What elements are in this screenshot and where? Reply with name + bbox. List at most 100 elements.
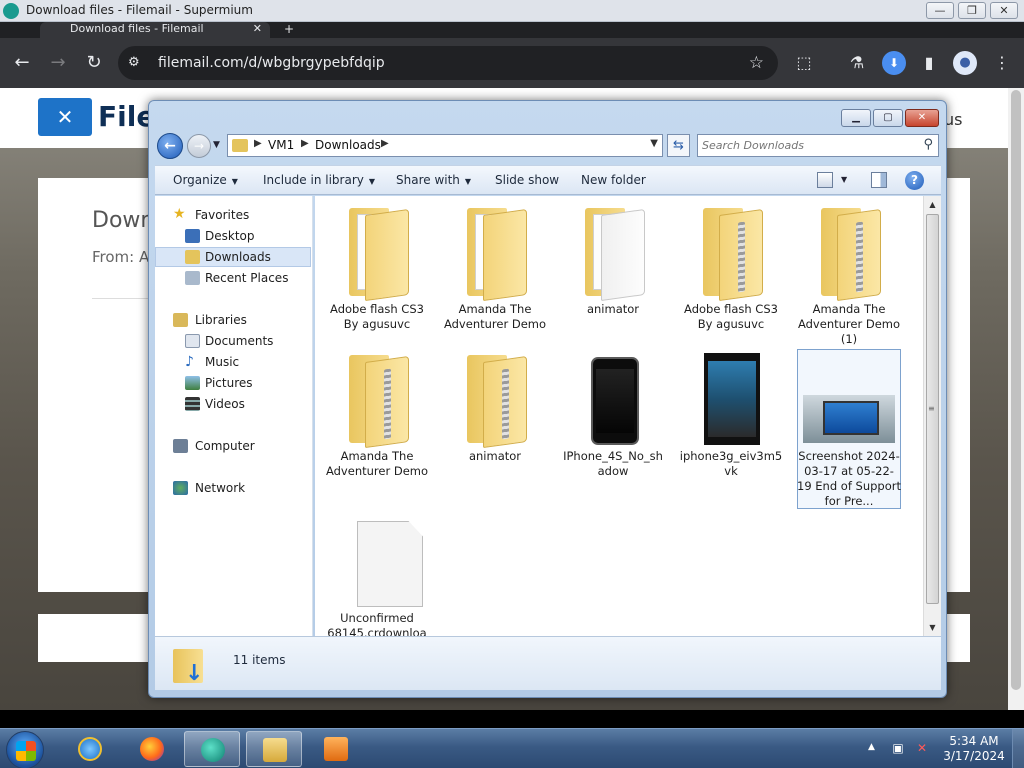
supermium-icon — [3, 3, 19, 19]
tray-overflow-icon[interactable]: ▲ — [868, 742, 875, 752]
maximize-button[interactable]: ❐ — [958, 2, 986, 19]
file-item[interactable]: Adobe flash CS3 By agusuvc — [679, 202, 783, 332]
recent-pages-chevron-icon[interactable]: ▼ — [213, 140, 220, 150]
breadcrumb-separator-icon[interactable]: ▶ — [381, 138, 389, 149]
site-info-icon[interactable]: ⚙ — [128, 55, 144, 71]
view-options-chevron-icon[interactable]: ▼ — [841, 175, 847, 184]
file-item[interactable]: Amanda The Adventurer Demo — [325, 349, 429, 479]
file-item[interactable]: Amanda The Adventurer Demo — [443, 202, 547, 332]
side-panel-icon[interactable]: ▮ — [917, 51, 941, 75]
labs-flask-icon[interactable]: ⚗ — [845, 51, 869, 75]
bookmark-star-icon[interactable]: ☆ — [749, 53, 764, 73]
nav-network[interactable]: Network — [155, 478, 311, 498]
nav-computer[interactable]: Computer — [155, 436, 311, 456]
file-list-scrollbar[interactable]: ▲ ≡ ▼ — [923, 196, 941, 636]
start-button[interactable] — [6, 731, 44, 768]
taskbar-internet-explorer[interactable] — [62, 731, 118, 767]
details-pane: ↓ 11 items — [155, 636, 941, 690]
help-icon[interactable]: ? — [905, 171, 924, 190]
nav-libraries[interactable]: Libraries — [155, 310, 311, 330]
address-dropdown-icon[interactable]: ▼ — [650, 138, 658, 149]
chevron-down-icon: ▼ — [231, 177, 238, 186]
chevron-down-icon: ▼ — [464, 177, 472, 186]
include-in-library-button[interactable]: Include in library ▼ — [263, 173, 375, 187]
nav-favorites[interactable]: ★ Favorites — [155, 205, 311, 225]
nav-recent-places[interactable]: Recent Places — [155, 268, 311, 288]
tab-close-icon[interactable]: ✕ — [253, 22, 262, 36]
explorer-minimize-button[interactable]: ▁ — [841, 109, 871, 127]
explorer-close-button[interactable]: ✕ — [905, 109, 939, 127]
back-arrow-icon[interactable]: ← — [11, 52, 33, 74]
search-input[interactable] — [702, 137, 912, 154]
file-item[interactable]: Unconfirmed 68145.crdownloa — [325, 511, 429, 641]
zip-folder-icon — [679, 202, 783, 302]
forward-arrow-icon[interactable]: → — [47, 52, 69, 74]
change-view-icon[interactable] — [817, 172, 833, 188]
filemail-logo-text[interactable]: File — [98, 100, 155, 133]
folder-icon — [325, 202, 429, 302]
explorer-address-bar[interactable]: ▶ VM1 ▶ Downloads ▶ ▼ — [227, 134, 663, 157]
item-count: 11 items — [233, 653, 286, 667]
network-icon — [173, 481, 188, 495]
network-tray-icon[interactable]: ▣ — [890, 741, 906, 757]
explorer-back-button[interactable]: ← — [157, 133, 183, 159]
file-item[interactable]: IPhone_4S_No_shadow — [561, 349, 665, 479]
system-clock[interactable]: 5:34 AM 3/17/2024 — [938, 734, 1010, 764]
close-button[interactable]: ✕ — [990, 2, 1018, 19]
address-bar[interactable]: ⚙ filemail.com/d/wbgbrgypebfdqip ☆ — [118, 46, 778, 80]
menu-kebab-icon[interactable]: ⋮ — [990, 51, 1014, 75]
scroll-up-icon[interactable]: ▲ — [924, 196, 941, 213]
new-folder-button[interactable]: New folder — [581, 173, 646, 187]
file-name: Screenshot 2024-03-17 at 05-22-19 End of… — [797, 449, 901, 508]
nav-desktop[interactable]: Desktop — [155, 226, 311, 246]
breadcrumb-vm1[interactable]: VM1 — [268, 138, 294, 152]
file-item[interactable]: animator — [561, 202, 665, 317]
profile-avatar-icon[interactable]: ● — [953, 51, 977, 75]
nav-videos[interactable]: Videos — [155, 394, 311, 414]
internet-explorer-icon — [78, 737, 102, 761]
taskbar-firefox[interactable] — [124, 731, 180, 767]
taskbar-explorer[interactable] — [246, 731, 302, 767]
share-with-button[interactable]: Share with ▼ — [396, 173, 471, 187]
show-desktop-button[interactable] — [1012, 729, 1024, 768]
explorer-search-box[interactable]: ⚲ — [697, 134, 939, 157]
taskbar-media-player[interactable] — [308, 731, 364, 767]
nav-pictures[interactable]: Pictures — [155, 373, 311, 393]
slide-show-button[interactable]: Slide show — [495, 173, 559, 187]
page-scrollbar[interactable] — [1008, 88, 1024, 710]
breadcrumb-separator-icon[interactable]: ▶ — [301, 138, 309, 149]
refresh-icon[interactable]: ⇆ — [667, 134, 690, 157]
nav-music[interactable]: ♪ Music — [155, 352, 311, 372]
scroll-down-icon[interactable]: ▼ — [924, 619, 941, 636]
explorer-forward-button[interactable]: → — [187, 134, 211, 158]
file-item[interactable]: Adobe flash CS3 By agusuvc — [325, 202, 429, 332]
search-icon[interactable]: ⚲ — [923, 137, 933, 152]
file-name: IPhone_4S_No_shadow — [563, 449, 663, 478]
page-scrollbar-thumb[interactable] — [1011, 90, 1021, 690]
nav-downloads[interactable]: Downloads — [155, 247, 311, 267]
volume-muted-icon[interactable]: ✕ — [914, 741, 930, 757]
new-tab-button[interactable]: + — [284, 22, 294, 36]
file-item[interactable]: iphone3g_eiv3m5vk — [679, 349, 783, 479]
folder-icon — [232, 139, 248, 152]
reload-icon[interactable]: ↻ — [83, 52, 105, 74]
nav-documents[interactable]: Documents — [155, 331, 311, 351]
zip-folder-icon — [325, 349, 429, 449]
organize-button[interactable]: Organize ▼ — [173, 173, 238, 187]
filemail-logo-icon[interactable]: ✕ — [38, 98, 92, 136]
file-item[interactable]: animator — [443, 349, 547, 464]
breadcrumb-downloads[interactable]: Downloads — [315, 138, 381, 152]
url-text[interactable]: filemail.com/d/wbgbrgypebfdqip — [158, 55, 385, 71]
taskbar-supermium[interactable] — [184, 731, 240, 767]
file-name: Amanda The Adventurer Demo (1) — [797, 302, 901, 346]
navigation-pane: ★ Favorites Desktop Downloads Recent Pla… — [155, 196, 313, 636]
preview-pane-icon[interactable] — [871, 172, 887, 188]
minimize-button[interactable]: — — [926, 2, 954, 19]
tab-filemail[interactable]: Download files - Filemail ✕ — [40, 22, 270, 38]
extensions-icon[interactable]: ⬚ — [792, 51, 816, 75]
breadcrumb-separator-icon[interactable]: ▶ — [254, 138, 262, 149]
file-item[interactable]: Amanda The Adventurer Demo (1) — [797, 202, 901, 347]
explorer-maximize-button[interactable]: ▢ — [873, 109, 903, 127]
downloads-icon[interactable]: ⬇ — [882, 51, 906, 75]
file-item-selected[interactable]: Screenshot 2024-03-17 at 05-22-19 End of… — [797, 349, 901, 509]
